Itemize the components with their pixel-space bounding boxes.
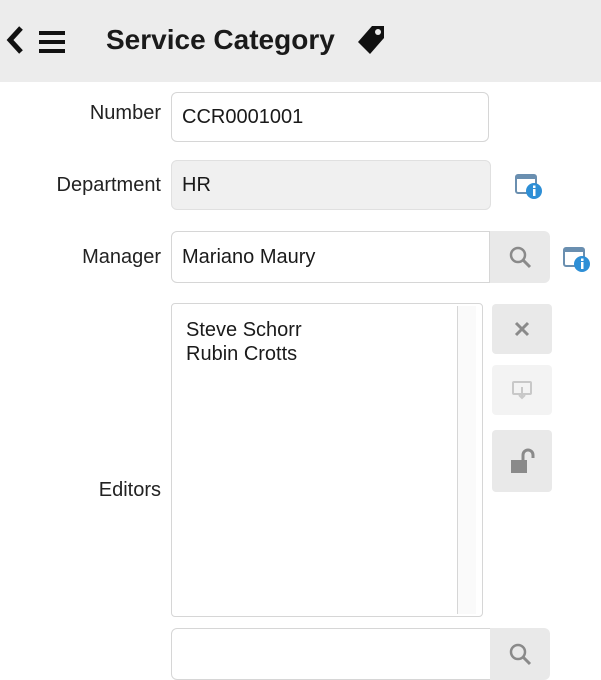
search-icon [509, 246, 532, 269]
hamburger-menu-icon[interactable] [38, 28, 68, 56]
editors-label: Editors [98, 479, 161, 501]
department-field: HR [171, 160, 491, 210]
back-chevron-icon[interactable] [4, 18, 28, 62]
tag-icon[interactable] [354, 22, 388, 58]
manager-info-icon[interactable] [562, 243, 592, 273]
close-icon [514, 321, 530, 337]
department-label: Department [56, 174, 162, 196]
list-item[interactable]: Steve Schorr [186, 318, 302, 342]
unlock-icon [511, 448, 535, 473]
manager-label: Manager [82, 246, 161, 268]
number-field[interactable]: CCR0001001 [171, 92, 489, 142]
add-me-icon [512, 381, 532, 400]
page-title: Service Category [106, 24, 335, 55]
editors-search-button[interactable] [490, 628, 550, 680]
form-header: Service Category [0, 0, 601, 82]
unlock-button[interactable] [492, 430, 552, 492]
search-icon [509, 643, 532, 666]
list-item[interactable]: Rubin Crotts [186, 342, 302, 366]
editors-list[interactable]: Steve Schorr Rubin Crotts [171, 303, 483, 617]
editors-scrollbar[interactable] [457, 306, 476, 614]
manager-search-button[interactable] [490, 231, 550, 283]
department-info-icon[interactable] [514, 170, 544, 200]
manager-field[interactable]: Mariano Maury [171, 231, 490, 283]
number-label: Number [89, 102, 161, 124]
add-me-button[interactable] [492, 365, 552, 415]
editors-add-input[interactable] [171, 628, 491, 680]
remove-editor-button[interactable] [492, 304, 552, 354]
